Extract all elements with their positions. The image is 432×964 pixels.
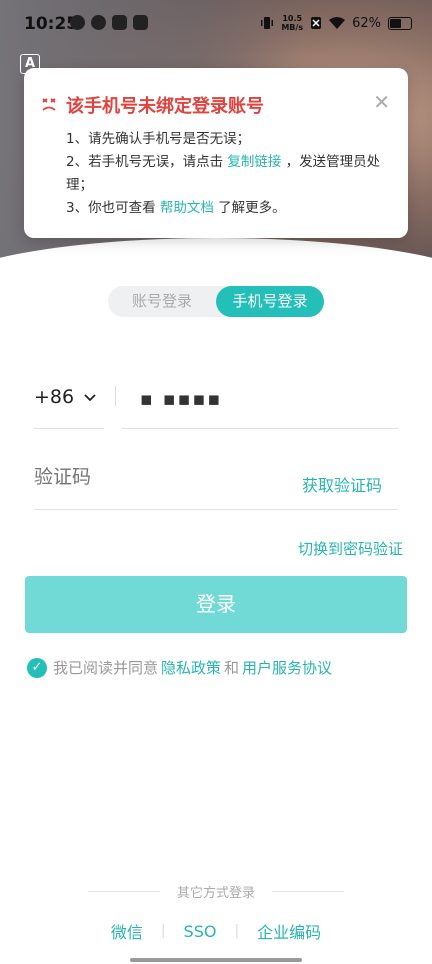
wifi-icon [329,17,346,29]
login-button[interactable]: 登录 [25,576,407,633]
banner-curve [0,238,432,290]
status-notification-icons [70,15,148,30]
agree-checkbox[interactable]: ✓ [27,657,47,678]
avatar-notification-icon [91,15,106,30]
status-bar: 10:25 10.5 MB/s 62% [0,0,432,48]
sso-login-link[interactable]: SSO [184,922,217,941]
tab-phone-login[interactable]: 手机号登录 [216,286,324,317]
phone-separator [115,386,116,406]
unbound-phone-alert: 该手机号未绑定登录账号 ✕ 1、请先确认手机号是否无误； 2、若手机号无误，请点… [24,68,408,238]
login-type-tabs: 账号登录 手机号登录 [108,286,324,317]
help-doc-link[interactable]: 帮助文档 [160,200,214,216]
country-code-selector[interactable]: +86 [34,386,74,408]
battery-icon [388,16,412,30]
agreement-prefix: 我已阅读并同意 [53,659,159,677]
chevron-down-icon[interactable] [83,391,97,405]
network-speed: 10.5 MB/s [281,14,304,32]
other-login-title: 其它方式登录 [176,886,255,901]
other-login-methods: 微信 | SSO | 企业编码 [0,919,432,943]
enterprise-code-link[interactable]: 企业编码 [257,919,321,943]
phone-input[interactable]: ▪ ▪▪▪▪ [140,388,222,410]
vibrate-icon [261,17,274,29]
wechat-login-link[interactable]: 微信 [111,919,143,943]
alert-title: 该手机号未绑定登录账号 [66,96,264,117]
no-sim-icon [311,17,322,29]
alert-line-1: 1、请先确认手机号是否无误； [66,131,251,147]
alert-line-3-suffix: 了解更多。 [213,200,286,216]
user-agreement-link[interactable]: 用户服务协议 [242,657,332,678]
sad-face-icon [42,98,56,111]
app-notification-icon [70,15,85,30]
switch-to-password-link[interactable]: 切换到密码验证 [298,538,403,559]
phone-underline [122,428,398,429]
privacy-policy-link[interactable]: 隐私政策 [161,657,221,678]
alert-line-3-prefix: 3、你也可查看 [66,200,160,216]
method-divider: | [160,923,166,939]
country-underline [34,428,104,429]
copy-link[interactable]: 复制链接 [227,154,281,170]
agreement-and: 和 [224,659,240,677]
close-icon[interactable]: ✕ [373,92,390,112]
alert-body: 1、请先确认手机号是否无误； 2、若手机号无误，请点击 复制链接 ，发送管理员处… [66,128,392,220]
battery-percent: 62% [352,15,381,31]
alert-line-3: 3、你也可查看 帮助文档 了解更多。 [66,197,392,220]
code-underline [34,509,398,510]
alert-line-2: 2、若手机号无误，请点击 复制链接 ，发送管理员处理； [66,151,392,197]
camera-notification-icon [112,15,127,30]
get-code-button[interactable]: 获取验证码 [302,472,382,496]
tab-account-login[interactable]: 账号登录 [108,286,216,317]
mail-notification-icon [133,15,148,30]
status-system-icons: 10.5 MB/s 62% [260,14,412,32]
method-divider: | [234,923,240,939]
verification-code-input[interactable] [34,466,254,488]
alert-line-2-prefix: 2、若手机号无误，请点击 [66,154,228,170]
divider-right [272,891,344,892]
agreement-row: ✓ 我已阅读并同意 隐私政策 和 用户服务协议 [27,657,335,678]
home-indicator[interactable] [130,958,302,962]
